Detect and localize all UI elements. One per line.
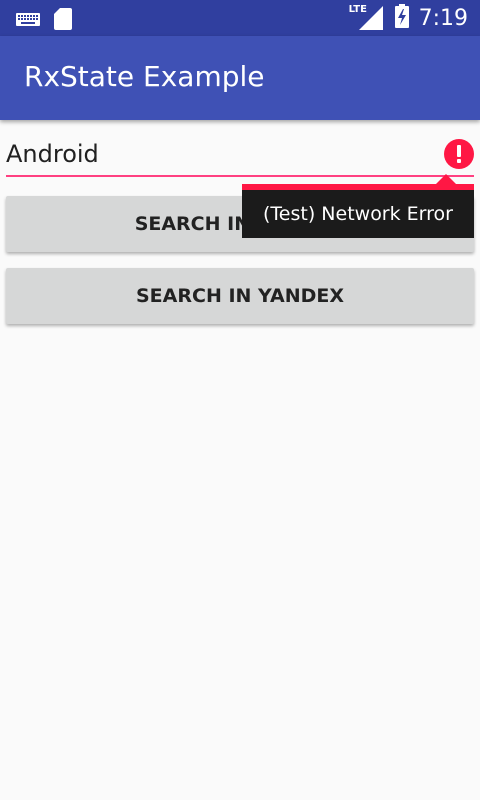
network-type-label: LTE	[348, 4, 367, 15]
search-yandex-button[interactable]: SEARCH IN YANDEX	[6, 268, 474, 324]
battery-icon	[394, 4, 409, 32]
error-popup-pointer	[436, 174, 456, 184]
search-field-container	[6, 134, 474, 180]
signal-icon: LTE	[349, 4, 385, 30]
app-title: RxState Example	[24, 60, 265, 93]
keyboard-icon	[16, 11, 40, 31]
error-icon[interactable]	[444, 139, 474, 169]
system-icons: LTE 7:19	[349, 4, 468, 32]
app-toolbar: RxState Example	[0, 36, 480, 120]
status-bar: LTE 7:19	[0, 0, 480, 36]
error-popup: (Test) Network Error	[242, 184, 474, 238]
search-input[interactable]	[6, 134, 436, 174]
sd-card-icon	[54, 8, 72, 34]
error-message: (Test) Network Error	[263, 203, 453, 225]
status-time: 7:19	[418, 5, 468, 31]
search-input-underline	[6, 175, 474, 177]
notification-icons	[16, 8, 72, 34]
